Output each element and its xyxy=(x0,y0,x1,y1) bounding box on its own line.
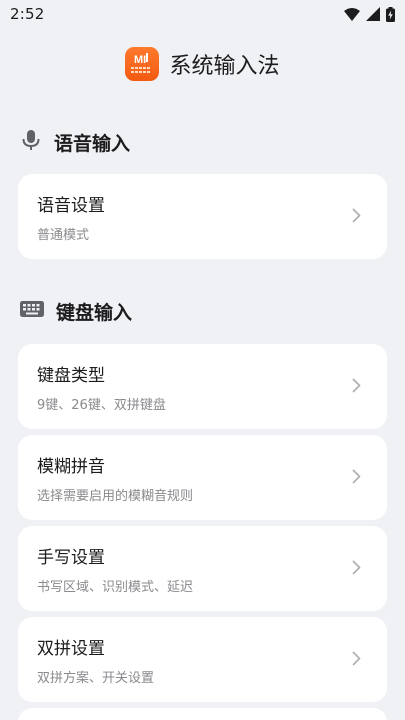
card-title: 手写设置 xyxy=(37,548,105,568)
chevron-right-icon xyxy=(352,469,361,488)
card-title: 模糊拼音 xyxy=(37,457,105,477)
section-title-keyboard: 键盘输入 xyxy=(56,301,133,324)
card-subtitle: 选择需要启用的模糊音规则 xyxy=(37,489,194,504)
card-subtitle: 双拼方案、开关设置 xyxy=(37,671,155,686)
keyboard-type-card[interactable]: 键盘类型 9键、26键、双拼键盘 xyxy=(18,344,387,429)
chevron-right-icon xyxy=(352,378,361,397)
chevron-right-icon xyxy=(352,560,361,579)
battery-charging-icon xyxy=(386,6,395,22)
card-subtitle: 书写区域、识别模式、延迟 xyxy=(37,580,194,595)
chevron-right-icon xyxy=(352,208,361,227)
card-title: 键盘类型 xyxy=(37,366,105,386)
double-pinyin-settings-card[interactable]: 双拼设置 双拼方案、开关设置 xyxy=(18,617,387,702)
logo-text: MI xyxy=(134,54,146,66)
settings-screen: 2:52 MI 系统输入法 语音输入 语音设置 普通模式 键盘输入 键盘类型 9… xyxy=(0,0,405,720)
app-title: 系统输入法 xyxy=(169,54,280,79)
microphone-icon xyxy=(20,128,42,156)
fuzzy-pinyin-card[interactable]: 模糊拼音 选择需要启用的模糊音规则 xyxy=(18,435,387,520)
card-title: 语音设置 xyxy=(37,196,105,216)
voice-settings-card[interactable]: 语音设置 普通模式 xyxy=(18,174,387,259)
status-time: 2:52 xyxy=(10,5,45,23)
section-header-voice: 语音输入 xyxy=(20,127,130,157)
wifi-icon xyxy=(344,7,360,21)
section-title-voice: 语音输入 xyxy=(54,132,131,155)
chevron-right-icon xyxy=(352,651,361,670)
card-subtitle: 普通模式 xyxy=(37,228,90,243)
next-card-partial[interactable] xyxy=(18,708,387,720)
keyboard-logo-icon: MI xyxy=(125,47,160,81)
app-header: MI 系统输入法 xyxy=(0,44,405,84)
card-title: 双拼设置 xyxy=(37,639,105,659)
card-subtitle: 9键、26键、双拼键盘 xyxy=(37,398,166,413)
cell-signal-icon xyxy=(366,7,380,21)
status-bar: 2:52 xyxy=(0,0,405,28)
handwriting-settings-card[interactable]: 手写设置 书写区域、识别模式、延迟 xyxy=(18,526,387,611)
keyboard-icon xyxy=(20,300,44,322)
status-icons xyxy=(344,6,395,22)
section-header-keyboard: 键盘输入 xyxy=(20,296,132,326)
